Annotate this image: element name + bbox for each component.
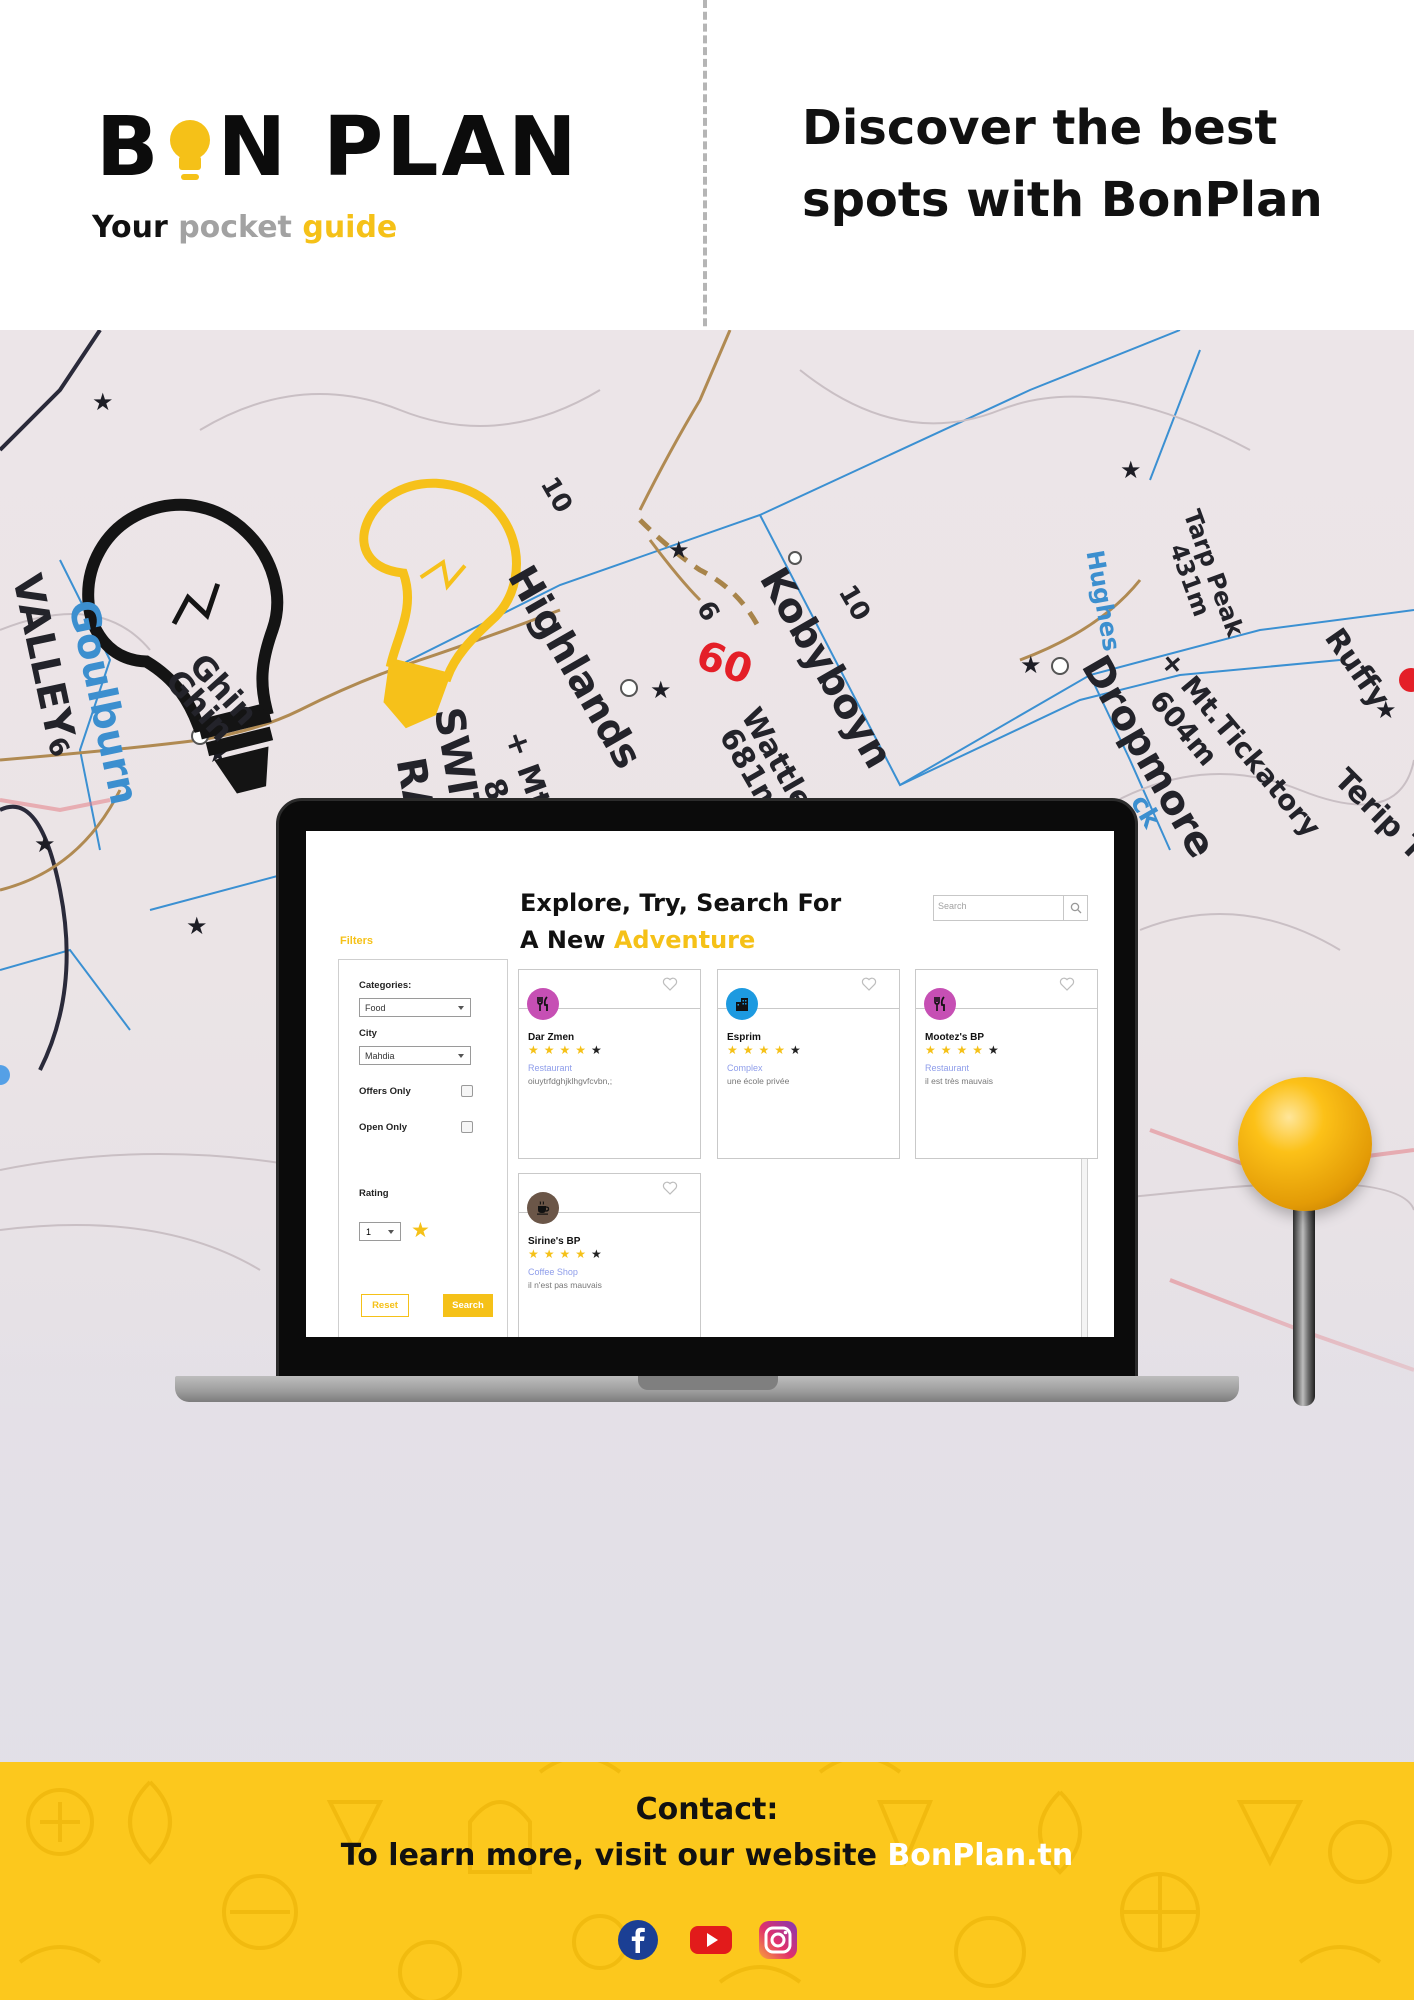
- svg-text:★: ★: [668, 536, 690, 564]
- logo-letter-n: N: [217, 100, 290, 195]
- social-links: [616, 1918, 806, 1966]
- place-name: Sirine's BP: [528, 1236, 581, 1247]
- filters-panel: Categories: Food City Mahdia Offers Only…: [338, 959, 508, 1337]
- headline-line-1: Discover the best: [802, 100, 1278, 156]
- reset-button[interactable]: Reset: [361, 1294, 409, 1317]
- place-name: Mootez's BP: [925, 1032, 985, 1043]
- app-title: Explore, Try, Search For A New Adventure: [520, 885, 841, 959]
- place-category: Restaurant: [528, 1063, 573, 1073]
- laptop-mockup: Explore, Try, Search For A New Adventure…: [276, 798, 1138, 1382]
- contact-title: Contact:: [635, 1792, 779, 1827]
- sketch-lightbulb-yellow-icon: [359, 478, 521, 729]
- headline: Discover the best spots with BonPlan: [802, 92, 1362, 236]
- place-name: Esprim: [727, 1032, 761, 1043]
- header: B N PLAN Your pocket guide Discover the …: [0, 0, 1414, 330]
- tagline-your: Your: [92, 210, 168, 245]
- heart-icon[interactable]: [662, 1180, 678, 1196]
- contact-line: To learn more, visit our website BonPlan…: [0, 1838, 1414, 1873]
- rating-label: Rating: [359, 1188, 389, 1199]
- instagram-icon[interactable]: [756, 1918, 800, 1962]
- city-select[interactable]: Mahdia: [359, 1046, 471, 1065]
- svg-text:★: ★: [1120, 456, 1142, 484]
- svg-text:★: ★: [186, 912, 208, 940]
- facebook-icon[interactable]: [616, 1918, 660, 1962]
- contact-text: To learn more, visit our website: [340, 1838, 877, 1873]
- svg-text:★: ★: [650, 676, 672, 704]
- chevron-down-icon: [458, 1054, 464, 1058]
- offers-only-label: Offers Only: [359, 1086, 411, 1097]
- svg-text:★: ★: [1020, 651, 1042, 679]
- place-name: Dar Zmen: [528, 1032, 575, 1043]
- rating-stars: ★★★★★: [528, 1043, 607, 1057]
- offers-only-checkbox[interactable]: [461, 1085, 473, 1097]
- lightbulb-icon: [168, 113, 212, 183]
- place-description: il n'est pas mauvais: [528, 1280, 602, 1290]
- coffee-cup-icon: [527, 1192, 559, 1224]
- tagline-guide: guide: [302, 210, 398, 245]
- city-select-value: Mahdia: [365, 1051, 395, 1061]
- category-select-value: Food: [365, 1003, 386, 1013]
- app-title-line-1: Explore, Try, Search For: [520, 889, 842, 917]
- rating-stars: ★★★★★: [528, 1247, 607, 1261]
- website-link[interactable]: BonPlan.tn: [887, 1838, 1073, 1873]
- category-select[interactable]: Food: [359, 998, 471, 1017]
- app-title-accent: Adventure: [613, 926, 756, 954]
- tagline-pocket: pocket: [178, 210, 292, 245]
- filters-title: Filters: [340, 935, 374, 947]
- laptop-notch: [638, 1376, 778, 1390]
- fork-knife-icon: [924, 988, 956, 1020]
- place-card[interactable]: Sirine's BP ★★★★★ Coffee Shop il n'est p…: [518, 1173, 701, 1337]
- place-category: Complex: [727, 1063, 763, 1073]
- place-description: une école privée: [727, 1076, 790, 1086]
- search-icon[interactable]: [1063, 896, 1087, 920]
- tagline: Your pocket guide: [92, 210, 397, 245]
- rating-stars: ★★★★★: [727, 1043, 806, 1057]
- open-only-label: Open Only: [359, 1122, 408, 1133]
- star-icon: ★: [411, 1219, 430, 1242]
- rating-select-value: 1: [366, 1227, 372, 1237]
- open-only-checkbox[interactable]: [461, 1121, 473, 1133]
- svg-text:★: ★: [92, 388, 114, 416]
- heart-icon[interactable]: [861, 976, 877, 992]
- dashed-divider: [703, 0, 707, 338]
- logo-word-plan: PLAN: [323, 100, 580, 195]
- heart-icon[interactable]: [662, 976, 678, 992]
- fork-knife-icon: [527, 988, 559, 1020]
- place-description: il est très mauvais: [925, 1076, 994, 1086]
- heart-icon[interactable]: [1059, 976, 1075, 992]
- map-pin-shaft: [1293, 1190, 1315, 1406]
- laptop-screen: Explore, Try, Search For A New Adventure…: [306, 831, 1114, 1337]
- chevron-down-icon: [388, 1230, 394, 1234]
- place-category: Restaurant: [925, 1063, 970, 1073]
- rating-stars: ★★★★★: [925, 1043, 1004, 1057]
- footer: Contact: To learn more, visit our websit…: [0, 1762, 1414, 2000]
- place-card[interactable]: Esprim ★★★★★ Complex une école privée: [717, 969, 900, 1159]
- app-title-line-2: A New Adventure: [520, 922, 841, 959]
- search-box[interactable]: Search: [933, 895, 1088, 921]
- place-card[interactable]: Dar Zmen ★★★★★ Restaurant oiuytrfdghjklh…: [518, 969, 701, 1159]
- chevron-down-icon: [458, 1006, 464, 1010]
- rating-select[interactable]: 1: [359, 1222, 401, 1241]
- svg-text:★: ★: [34, 830, 56, 858]
- youtube-icon[interactable]: [689, 1918, 733, 1962]
- search-input[interactable]: Search: [938, 901, 1058, 911]
- app-title-plain: A New: [520, 926, 606, 954]
- place-description: oiuytrfdghjklhgvfcvbn,;: [528, 1076, 613, 1086]
- search-button[interactable]: Search: [443, 1294, 493, 1317]
- place-category: Coffee Shop: [528, 1267, 578, 1277]
- headline-line-2: spots with BonPlan: [802, 172, 1323, 228]
- categories-label: Categories:: [359, 980, 412, 991]
- bonplan-logo: B N PLAN: [96, 100, 580, 195]
- city-label: City: [359, 1028, 377, 1039]
- map-pin-icon: [1238, 1077, 1372, 1211]
- logo-letter-b: B: [96, 100, 162, 195]
- place-card[interactable]: Mootez's BP ★★★★★ Restaurant il est très…: [915, 969, 1098, 1159]
- building-icon: [726, 988, 758, 1020]
